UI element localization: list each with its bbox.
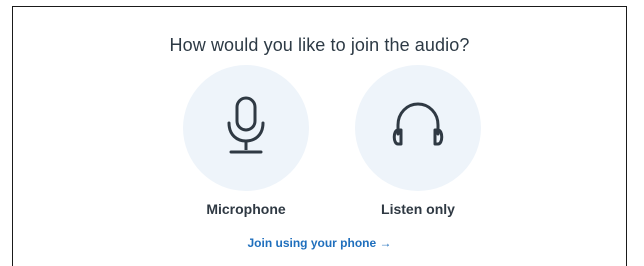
microphone-circle[interactable]: [183, 65, 309, 191]
microphone-label: Microphone: [206, 201, 286, 217]
dialog-title: How would you like to join the audio?: [169, 35, 470, 55]
listen-only-label: Listen only: [381, 201, 455, 217]
audio-join-dialog: How would you like to join the audio? Mi…: [12, 6, 627, 266]
listen-only-circle[interactable]: [355, 65, 481, 191]
headphones-icon: [390, 98, 446, 159]
microphone-icon: [220, 95, 272, 162]
join-using-phone-link[interactable]: Join using your phone →: [13, 236, 626, 250]
listen-only-option[interactable]: Listen only: [354, 65, 482, 225]
microphone-option[interactable]: Microphone: [182, 65, 310, 225]
